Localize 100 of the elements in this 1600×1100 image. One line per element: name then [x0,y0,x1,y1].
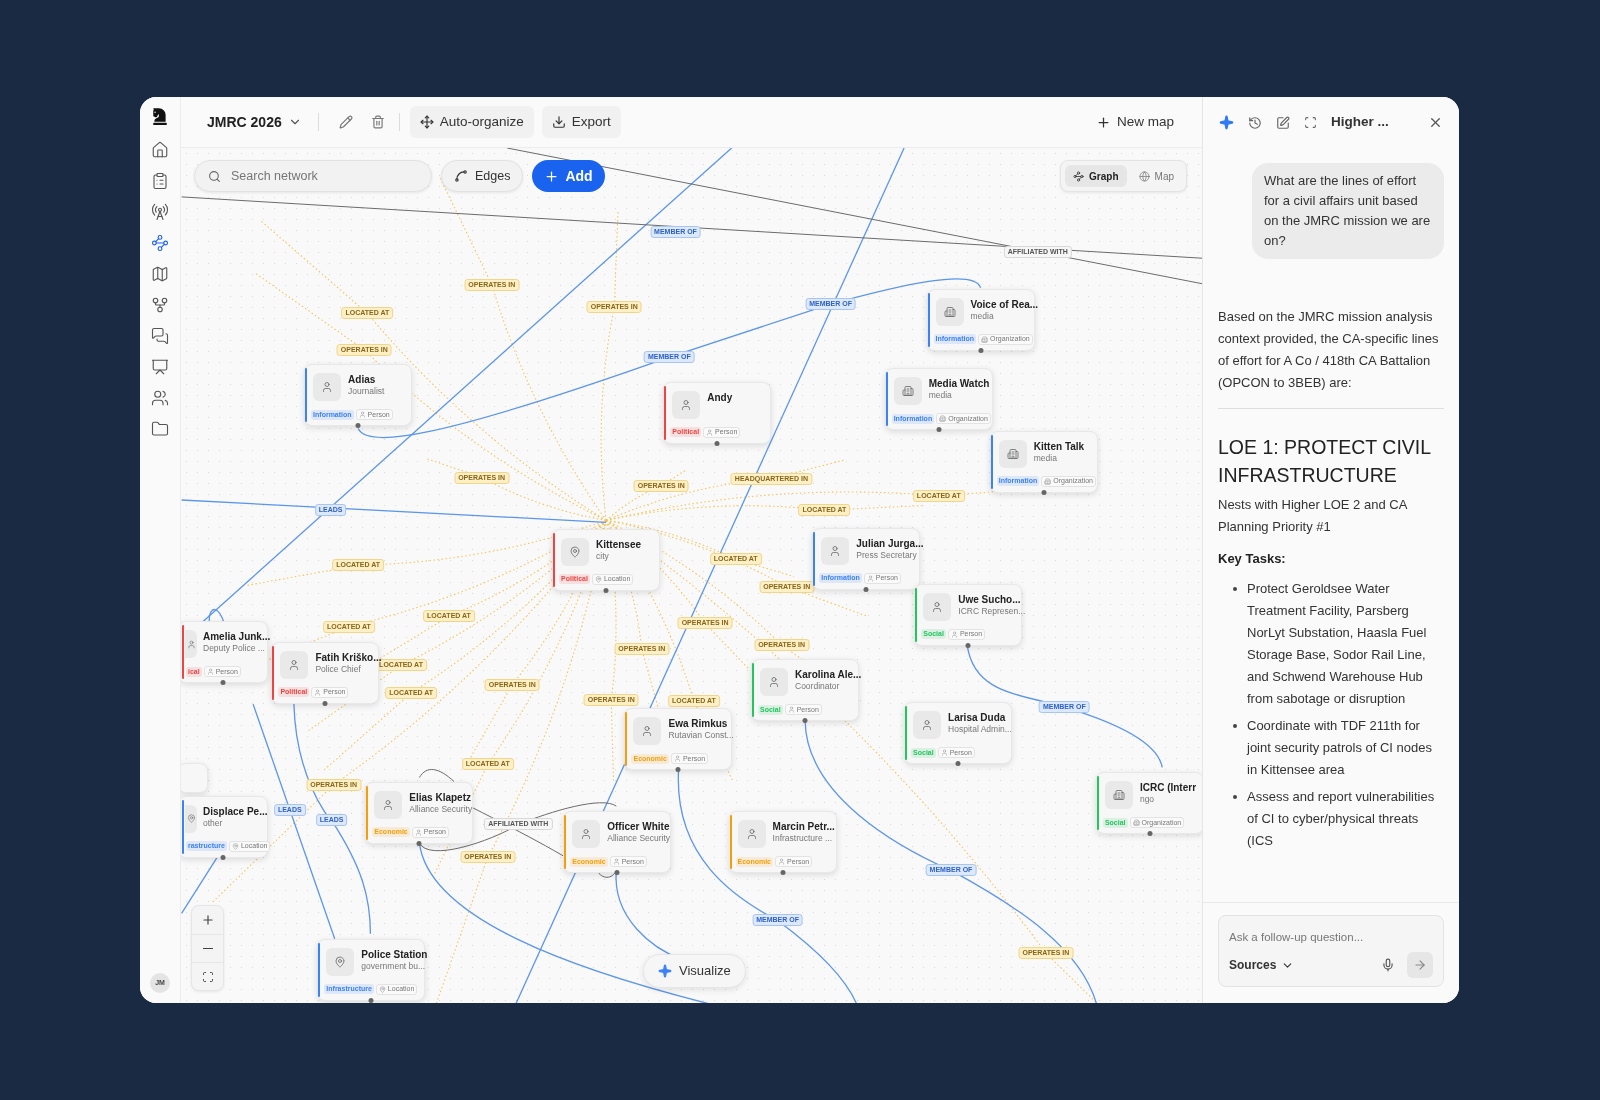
person-icon [680,398,693,411]
node-title: Police Station [361,947,425,961]
pin-icon [569,545,582,558]
spline-icon [454,169,468,183]
pencil-icon [338,115,353,129]
person-icon [931,600,944,613]
search-icon [208,170,221,183]
node-subtitle: Journalist [348,386,385,398]
node-title: Media Watch [928,377,990,391]
pin-icon [378,985,386,993]
export-button[interactable]: Export [541,106,621,138]
visualize-button[interactable]: Visualize [643,954,746,988]
person-icon [673,755,681,763]
microphone-icon[interactable] [1381,958,1395,972]
node-title: Ewa Rimkus [668,717,729,731]
connection-handle[interactable] [802,718,808,724]
node-subtitle: Infrastructure ... [772,833,834,845]
node-title: Officer White [607,820,671,834]
building-icon [1006,447,1019,460]
node-subtitle: Press Secretary [856,549,918,561]
node-subtitle: other [203,817,224,829]
building-icon [1112,789,1125,802]
home-icon[interactable] [151,141,169,159]
branch-icon[interactable] [151,296,169,314]
person-icon [612,858,620,866]
new-map-button[interactable]: New map [1095,111,1174,133]
globe-icon [1138,170,1150,182]
search-field[interactable]: Search network [194,160,432,192]
connection-handle[interactable] [955,761,961,767]
auto-organize-button[interactable]: Auto-organize [409,106,534,138]
clipboard-icon[interactable] [151,172,169,190]
sources-dropdown[interactable]: Sources [1229,956,1295,974]
building-icon [1132,819,1140,827]
connection-handle[interactable] [416,840,422,846]
radio-tower-icon[interactable] [151,203,169,221]
plus-icon [1095,114,1111,130]
follow-up-field[interactable]: Ask a follow-up question... [1229,929,1433,947]
person-icon [950,630,958,638]
user-message: What are the lines of effort for a civil affairs unit based on the JMRC mission we are on? [1252,163,1444,259]
connection-handle[interactable] [714,440,720,446]
connection-handle[interactable] [322,700,328,706]
pin-icon [231,842,239,850]
node-title: Elias Klapetz [409,790,472,804]
history-icon[interactable] [1248,115,1262,130]
users-icon[interactable] [151,389,169,407]
connection-handle[interactable] [936,427,942,433]
connection-handle[interactable] [965,642,971,648]
connection-handle[interactable] [1041,489,1047,495]
person-icon [921,719,934,732]
close-icon[interactable] [1428,115,1443,130]
pin-icon [594,575,602,583]
logo-icon[interactable] [151,107,169,125]
nesting-note: Nests with Higher LOE 2 and CA Planning Priority #1 [1218,496,1409,536]
node-card[interactable] [181,763,208,794]
trash-icon [370,115,385,129]
person-icon [321,381,334,394]
edges-button[interactable]: Edges [441,160,524,192]
task-item: Coordinate with TDF 211th for joint security patrols of CI nodes in Kittensee area [1247,717,1433,779]
network-icon[interactable] [151,234,169,252]
map-selector[interactable]: JMRC 2026 [207,111,302,133]
node-title: Adias [348,373,377,387]
node-subtitle: Coordinator [795,681,841,693]
plus-icon [200,913,215,927]
connection-handle[interactable] [220,680,226,686]
connection-handle[interactable] [780,870,786,876]
view-tab[interactable]: Map [1130,165,1182,187]
key-tasks-label: Key Tasks: [1218,550,1287,568]
task-item: Protect Geroldsee Water Treatment Facility, Parsberg NorLyt Substation, Haasla Fuel Storage Base, Sodor Rail Line, and Schwend Warehouse Hub from sabotage or disruption [1247,580,1428,708]
answer-heading: LOE 1: PROTECT CIVIL INFRASTRUCTURE [1218,435,1432,488]
connection-handle[interactable] [676,767,681,773]
new-chat-icon[interactable] [1276,115,1290,130]
connection-handle[interactable] [220,854,226,860]
connection-handle[interactable] [614,870,620,876]
node-subtitle: city [596,550,610,562]
map-icon[interactable] [151,265,169,283]
node-subtitle: Rutavian Const... [668,730,732,742]
expand-icon[interactable] [1304,116,1317,129]
person-icon [768,676,780,689]
connection-handle[interactable] [863,586,869,592]
connection-handle[interactable] [1147,831,1153,837]
chat-icon[interactable] [151,327,169,345]
connection-handle[interactable] [978,347,983,353]
person-icon [314,688,322,696]
folder-icon[interactable] [151,420,169,438]
bullet-icon [1233,795,1237,799]
connection-handle[interactable] [368,997,374,1003]
sparkle-icon [658,964,672,978]
pin-icon [334,955,347,968]
move-icon [419,115,434,129]
person-icon [206,668,214,676]
presentation-icon[interactable] [151,358,169,376]
connection-handle[interactable] [603,587,609,593]
add-button[interactable]: Add [532,160,605,192]
sparkle-icon[interactable] [1219,115,1234,130]
node-title: Displace Pe... [203,804,267,818]
minus-icon [202,947,213,950]
view-tab[interactable]: Graph [1065,165,1127,187]
person-icon [745,828,758,841]
person-icon [382,798,395,811]
connection-handle[interactable] [355,423,361,429]
